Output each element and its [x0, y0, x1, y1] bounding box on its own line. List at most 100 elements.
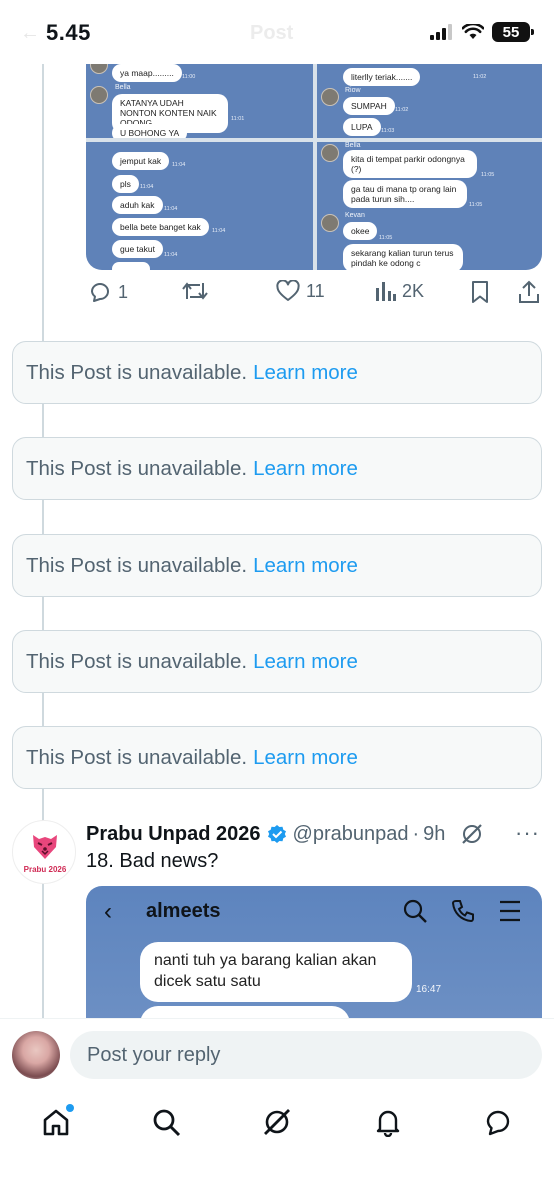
reply-input[interactable]: Post your reply	[70, 1031, 542, 1079]
chat-timestamp: 11:00	[182, 74, 196, 80]
verified-badge-icon	[267, 825, 286, 843]
chat-image-3[interactable]: jemput kak 11:04 pls 11:04 aduh kak 11:0…	[86, 142, 313, 270]
chat-bubble: ya maap.........	[112, 64, 182, 83]
unavailable-text: This Post is unavailable.	[26, 649, 248, 673]
chat-timestamp: 11:05	[481, 172, 495, 178]
like-count: 11	[306, 280, 325, 301]
notification-dot	[66, 1104, 74, 1112]
tab-grok[interactable]	[259, 1104, 295, 1140]
chat-bubble: jemput kak	[112, 152, 170, 171]
views-button[interactable]: 2K	[374, 280, 424, 302]
status-time: 5.45	[46, 20, 91, 45]
chat-title: almeets	[146, 900, 221, 922]
tweet-header: Prabu Unpad 2026 @prabunpad · 9h	[86, 820, 483, 848]
chat-avatar	[321, 88, 339, 106]
like-button[interactable]: 11	[276, 280, 325, 302]
chat-timestamp: 11:02	[473, 74, 487, 80]
reply-icon	[91, 283, 109, 302]
search-icon	[153, 1109, 181, 1137]
chat-header-icons	[402, 898, 522, 924]
chat-bubble: SUMPAH	[343, 97, 395, 116]
chevron-left-icon: ‹	[104, 898, 112, 925]
tab-notifications[interactable]	[370, 1104, 406, 1140]
grok-icon	[264, 1109, 290, 1135]
chat-timestamp: 16:47	[416, 984, 442, 995]
chat-timestamp: 11:04	[164, 252, 178, 258]
user-handle[interactable]: @prabunpad	[293, 823, 409, 846]
unavailable-text: This Post is unavailable.	[26, 553, 248, 577]
chat-bubble: nanti tuh ya barang kalian akan dicek sa…	[140, 942, 412, 1002]
view-count: 2K	[402, 280, 425, 301]
signal-icon	[430, 24, 452, 40]
chat-image-2[interactable]: literlly teriak....... 11:02 Riow SUMPAH…	[317, 62, 542, 138]
tweet-text: 18. Bad news?	[86, 850, 219, 872]
chat-image-4[interactable]: Bella kita di tempat parkir odongnya (?)…	[317, 142, 542, 270]
repost-icon	[182, 282, 208, 300]
learn-more-link[interactable]: Learn more	[253, 746, 358, 770]
chat-timestamp: 11:04	[172, 162, 186, 168]
page-title: Post	[250, 22, 294, 44]
status-indicators: 55	[430, 22, 534, 42]
tiger-logo-icon	[33, 835, 57, 859]
tab-search[interactable]	[148, 1104, 184, 1140]
chat-timestamp: 11:04	[212, 228, 226, 234]
learn-more-link[interactable]: Learn more	[253, 554, 358, 578]
grok-icon[interactable]	[461, 823, 483, 845]
user-avatar[interactable]	[12, 1031, 60, 1079]
chat-timestamp: 11:04	[164, 206, 178, 212]
chat-bubble: bella bete banget kak	[112, 218, 209, 237]
chat-bubble: kita di tempat parkir odongnya (?)	[343, 150, 477, 179]
chat-image-1[interactable]: ya maap......... 11:00 Bella KATANYA UDA…	[86, 62, 313, 138]
chat-sender: Bella	[115, 84, 131, 91]
repost-button[interactable]	[182, 280, 208, 302]
menu-icon	[500, 900, 520, 922]
back-button[interactable]: ←	[20, 22, 40, 45]
heart-icon	[276, 280, 300, 301]
unavailable-text: This Post is unavailable.	[26, 745, 248, 769]
unavailable-post: This Post is unavailable. Learn more	[12, 726, 542, 789]
share-button[interactable]	[518, 280, 540, 304]
bottom-tab-bar	[0, 1090, 554, 1200]
unavailable-text: This Post is unavailable.	[26, 360, 248, 384]
chat-avatar	[90, 86, 108, 104]
post-time[interactable]: 9h	[423, 823, 445, 846]
home-icon	[43, 1109, 69, 1136]
display-name[interactable]: Prabu Unpad 2026	[86, 823, 261, 846]
more-options-button[interactable]: ···	[515, 820, 540, 846]
chat-bubble: pls	[112, 175, 139, 194]
chat-bubble: sekarang kalian turun terus pindah ke od…	[343, 244, 463, 270]
learn-more-link[interactable]: Learn more	[253, 457, 358, 481]
chat-timestamp: 11:02	[395, 107, 409, 113]
bookmark-button[interactable]	[470, 280, 490, 304]
share-icon	[519, 280, 539, 303]
chat-sender: Kevan	[345, 212, 365, 219]
chat-timestamp: 11:04	[140, 184, 154, 190]
tab-messages[interactable]	[480, 1104, 516, 1140]
chat-timestamp: 11:05	[379, 235, 393, 241]
chat-bubble: LUPA	[343, 118, 381, 137]
unavailable-post: This Post is unavailable. Learn more	[12, 341, 542, 404]
separator-dot: ·	[412, 822, 420, 845]
tweet-media-image[interactable]: ‹ almeets nanti tuh ya barang kalian aka…	[86, 886, 542, 1026]
post-actions: 1 11 2K	[86, 280, 546, 310]
phone-icon	[451, 900, 474, 923]
chat-timestamp: 11:05	[469, 202, 483, 208]
message-icon	[486, 1110, 510, 1136]
chat-bubble: ga tau di mana tp orang lain pada turun …	[343, 180, 467, 209]
reply-count: 1	[118, 281, 129, 302]
chat-bubble-partial	[112, 262, 150, 270]
chat-bubble: literlly teriak.......	[343, 68, 421, 87]
tab-home[interactable]	[38, 1104, 74, 1140]
learn-more-link[interactable]: Learn more	[253, 650, 358, 674]
chat-avatar	[321, 144, 339, 162]
chat-timestamp: 11:03	[381, 128, 395, 134]
bookmark-icon	[472, 281, 488, 303]
chat-bubble: gue takut	[112, 240, 163, 259]
media-grid[interactable]: ya maap......... 11:00 Bella KATANYA UDA…	[86, 62, 542, 270]
unavailable-post: This Post is unavailable. Learn more	[12, 437, 542, 500]
reply-button[interactable]: 1	[88, 280, 128, 304]
learn-more-link[interactable]: Learn more	[253, 361, 358, 385]
avatar[interactable]: Prabu 2026	[12, 820, 76, 884]
chat-bubble: okee	[343, 222, 378, 241]
wifi-icon	[462, 24, 484, 39]
